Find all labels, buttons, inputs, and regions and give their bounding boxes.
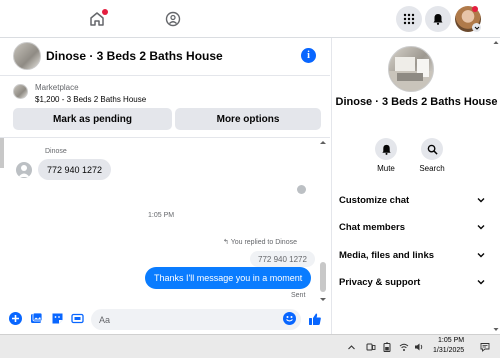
listing-title[interactable]: $1,200 - 3 Beds 2 Baths House xyxy=(35,95,146,104)
sender-name: Dinose xyxy=(45,148,67,155)
windows-taskbar: 1:05 PM 1/31/2025 xyxy=(0,334,500,358)
messenger-window: Dinose · 3 Beds 2 Baths House i Marketpl… xyxy=(0,0,500,358)
marketplace-listing-bar: Marketplace $1,200 - 3 Beds 2 Baths Hous… xyxy=(0,77,330,136)
left-scroll-rail[interactable] xyxy=(0,138,4,168)
home-icon[interactable] xyxy=(85,7,109,31)
chevron-down-icon xyxy=(477,225,485,230)
taskbar-clock-time[interactable]: 1:05 PM xyxy=(438,337,464,344)
marketplace-label: Marketplace xyxy=(35,83,79,92)
device-icon[interactable] xyxy=(366,342,376,352)
volume-icon[interactable] xyxy=(414,342,424,352)
listing-photo[interactable] xyxy=(388,46,434,92)
reply-note-text: You replied to Dinose xyxy=(230,239,297,246)
emoji-icon[interactable] xyxy=(283,312,296,325)
chat-header: Dinose · 3 Beds 2 Baths House i xyxy=(0,38,330,76)
reply-note: ↰ You replied to Dinose xyxy=(223,238,297,246)
gif-icon[interactable] xyxy=(71,312,84,325)
customize-chat-label: Customize chat xyxy=(339,194,410,206)
chevron-down-icon[interactable] xyxy=(472,23,481,32)
message-composer xyxy=(0,304,330,334)
profile-notification-dot xyxy=(472,6,478,12)
plus-icon[interactable] xyxy=(9,312,22,325)
privacy-support-row[interactable]: Privacy & support xyxy=(339,274,485,290)
mute-bell-icon xyxy=(375,138,397,160)
more-options-button[interactable]: More options xyxy=(175,108,321,130)
info-icon[interactable]: i xyxy=(301,48,316,63)
chevron-down-icon xyxy=(477,198,485,203)
chat-members-label: Chat members xyxy=(339,221,405,233)
customize-chat-row[interactable]: Customize chat xyxy=(339,192,485,208)
mute-label: Mute xyxy=(377,164,395,173)
marketplace-icon[interactable] xyxy=(161,7,185,31)
message-thread[interactable]: Dinose 772 940 1272 1:05 PM ↰ You replie… xyxy=(0,137,330,303)
message-input[interactable] xyxy=(91,309,301,330)
media-files-links-row[interactable]: Media, files and links xyxy=(339,247,485,263)
like-thumb-icon[interactable] xyxy=(308,312,322,326)
delivery-status: Sent xyxy=(291,292,306,299)
quoted-message[interactable]: 772 940 1272 xyxy=(250,251,315,267)
chevron-up-icon[interactable] xyxy=(346,342,356,352)
battery-icon[interactable] xyxy=(382,342,392,352)
wifi-icon[interactable] xyxy=(399,342,409,352)
search-icon xyxy=(421,138,443,160)
menu-grid-icon[interactable] xyxy=(396,6,422,32)
listing-avatar[interactable] xyxy=(13,42,41,70)
search-button[interactable]: Search xyxy=(412,138,452,173)
chevron-down-icon xyxy=(477,280,485,285)
photo-icon[interactable] xyxy=(30,312,43,325)
privacy-support-label: Privacy & support xyxy=(339,276,421,288)
notification-center-icon[interactable] xyxy=(480,342,490,352)
incoming-message-bubble[interactable]: 772 940 1272 xyxy=(38,159,112,180)
chat-title[interactable]: Dinose · 3 Beds 2 Baths House xyxy=(46,49,223,63)
search-label: Search xyxy=(419,164,445,173)
chevron-down-icon xyxy=(477,253,485,258)
scrollbar-thumb[interactable] xyxy=(320,262,326,292)
sender-avatar[interactable] xyxy=(16,162,32,178)
message-timestamp: 1:05 PM xyxy=(148,212,175,219)
taskbar-clock-date[interactable]: 1/31/2025 xyxy=(433,347,464,354)
outgoing-message-bubble[interactable]: Thanks I'll message you in a moment xyxy=(145,267,312,289)
chat-members-row[interactable]: Chat members xyxy=(339,219,485,235)
panel-scrollbar[interactable] xyxy=(492,38,500,334)
home-notification-dot xyxy=(102,9,108,15)
panel-title: Dinose · 3 Beds 2 Baths House xyxy=(335,96,498,108)
sticker-icon[interactable] xyxy=(51,312,64,325)
mark-as-pending-button[interactable]: Mark as pending xyxy=(13,108,172,130)
conversation-info-panel: Dinose · 3 Beds 2 Baths House Mute Searc… xyxy=(331,38,500,334)
seen-indicator-avatar xyxy=(297,185,306,194)
reply-arrow-icon: ↰ xyxy=(223,239,229,246)
top-nav-bar xyxy=(0,0,500,38)
notifications-bell-icon[interactable] xyxy=(425,6,451,32)
media-files-links-label: Media, files and links xyxy=(339,249,435,261)
listing-thumbnail[interactable] xyxy=(13,84,28,99)
mute-button[interactable]: Mute xyxy=(366,138,406,173)
